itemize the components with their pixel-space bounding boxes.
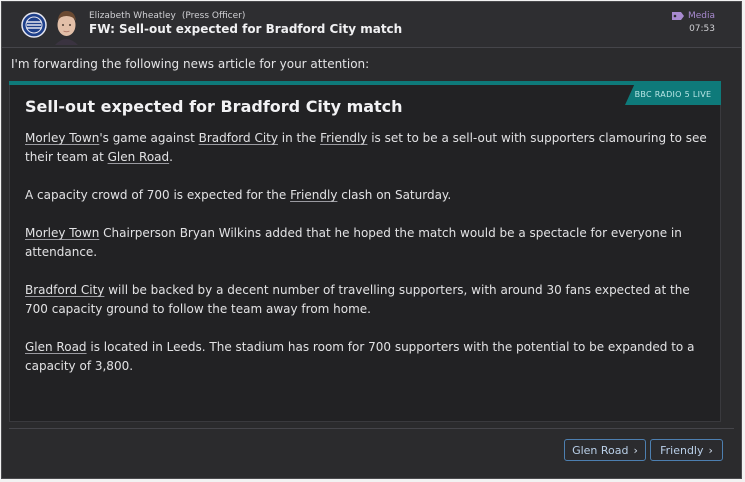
team-link[interactable]: Morley Town: [25, 131, 99, 145]
sender-avatar[interactable]: [51, 7, 82, 45]
article-headline: Sell-out expected for Bradford City matc…: [25, 97, 403, 116]
club-badge-icon[interactable]: [21, 12, 47, 38]
paragraph-text: clash on Saturday.: [337, 188, 452, 202]
footer-divider: [9, 428, 734, 429]
paragraph-text: .: [169, 150, 173, 164]
competition-link[interactable]: Friendly: [290, 188, 337, 202]
glen-road-button[interactable]: Glen Road ›: [564, 439, 646, 461]
intro-text: I'm forwarding the following news articl…: [11, 57, 370, 71]
team-link[interactable]: Morley Town: [25, 226, 99, 240]
paragraph-text: A capacity crowd of 700 is expected for …: [25, 188, 291, 202]
article-paragraph: Morley Town Chairperson Bryan Wilkins ad…: [25, 224, 715, 262]
article-paragraph: Glen Road is located in Leeds. The stadi…: [25, 338, 715, 376]
article-accent-bar: [9, 81, 721, 85]
article-paragraph: Bradford City will be backed by a decent…: [25, 281, 715, 319]
team-link[interactable]: Bradford City: [199, 131, 278, 145]
message-time: 07:53: [689, 24, 715, 34]
article-paragraph: A capacity crowd of 700 is expected for …: [25, 186, 715, 205]
competition-link[interactable]: Friendly: [320, 131, 367, 145]
message-subject: FW: Sell-out expected for Bradford City …: [89, 22, 403, 36]
team-link[interactable]: Bradford City: [25, 283, 104, 297]
message-window: Elizabeth Wheatley (Press Officer) FW: Se…: [1, 1, 742, 479]
sender-role: (Press Officer): [181, 11, 246, 21]
chevron-right-icon: ›: [633, 443, 638, 457]
paragraph-text: Chairperson Bryan Wilkins added that he …: [25, 226, 682, 259]
media-tag-icon: [671, 12, 684, 20]
category-label: Media: [687, 11, 715, 21]
stadium-link[interactable]: Glen Road: [108, 150, 170, 164]
category-badge: Media: [671, 11, 715, 21]
friendly-button-label: Friendly: [660, 443, 704, 457]
paragraph-text: in the: [277, 131, 321, 145]
paragraph-text: is located in Leeds. The stadium has roo…: [25, 340, 695, 373]
paragraph-text: 's game against: [99, 131, 199, 145]
news-source-tab: BBC RADIO 5 LIVE: [625, 83, 721, 105]
news-article: BBC RADIO 5 LIVE Sell-out expected for B…: [9, 81, 721, 422]
stadium-link[interactable]: Glen Road: [25, 340, 87, 354]
chevron-right-icon: ›: [708, 443, 713, 457]
article-paragraph: Morley Town's game against Bradford City…: [25, 129, 715, 167]
sender-name[interactable]: Elizabeth Wheatley: [89, 11, 176, 21]
glen-road-button-label: Glen Road: [572, 443, 629, 457]
article-body: Morley Town's game against Bradford City…: [25, 129, 715, 395]
friendly-button[interactable]: Friendly ›: [650, 439, 723, 461]
sender-line: Elizabeth Wheatley (Press Officer): [89, 11, 245, 21]
paragraph-text: will be backed by a decent number of tra…: [25, 283, 690, 316]
message-header: Elizabeth Wheatley (Press Officer) FW: Se…: [2, 2, 741, 48]
